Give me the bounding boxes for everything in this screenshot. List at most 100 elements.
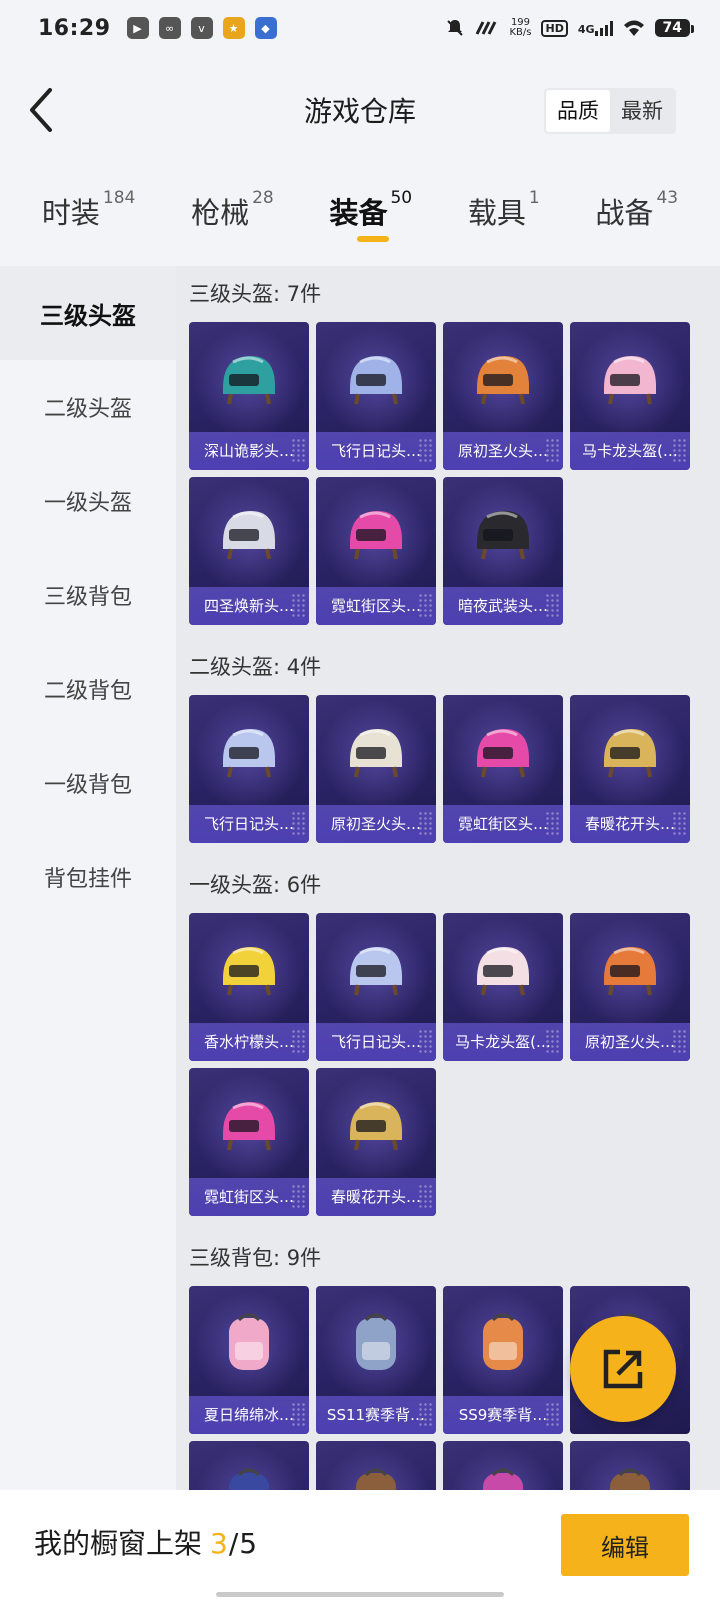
item-name: 春暖花开头… (570, 805, 690, 843)
helmet-icon (477, 947, 529, 996)
hd-badge: HD (541, 19, 568, 37)
item-card[interactable]: 飞行日记头… (189, 695, 309, 843)
item-grid: 深山诡影头… 飞行日记头… 原初圣火头… 马卡龙头盔(… 四圣焕新头… 霓虹街区头… 暗夜武… (189, 322, 720, 625)
sort-quality-option[interactable]: 品质 (546, 90, 610, 132)
item-card[interactable]: 春暖花开头… (316, 1068, 436, 1216)
item-name: 马卡龙头盔(… (443, 1023, 563, 1061)
sidebar: 三级头盔 二级头盔 一级头盔 三级背包 二级背包 一级背包 背包挂件 (0, 266, 176, 1490)
backpack-icon (483, 1313, 523, 1370)
item-card[interactable]: 原初圣火头… (570, 913, 690, 1061)
item-card[interactable] (316, 1441, 436, 1490)
item-name: 飞行日记头… (316, 432, 436, 470)
sidebar-item-level1-helmet[interactable]: 一级头盔 (0, 454, 176, 548)
item-card[interactable]: 春暖花开头… (570, 695, 690, 843)
item-list[interactable]: 三级头盔: 7件 深山诡影头… 飞行日记头… 原初圣火头… 马卡龙头盔(… 四圣焕新头… 霓… (176, 266, 720, 1490)
link-app-icon: ∞ (158, 17, 181, 39)
sidebar-item-level3-helmet[interactable]: 三级头盔 (0, 266, 176, 360)
item-name: 霓虹街区头… (189, 1178, 309, 1216)
helmet-icon (223, 729, 275, 778)
item-card[interactable]: 原初圣火头… (316, 695, 436, 843)
item-card[interactable]: 霓虹街区头… (189, 1068, 309, 1216)
bottom-bar: 我的橱窗上架 3 / 5 编辑 (0, 1490, 720, 1600)
item-card[interactable]: 原初圣火头… (443, 322, 563, 470)
net-speed: 199 KB/s (509, 17, 532, 38)
helmet-icon (604, 947, 656, 996)
section-title: 二级头盔: 4件 (189, 655, 322, 679)
helmet-icon (223, 356, 275, 405)
sidebar-item-level2-backpack[interactable]: 二级背包 (0, 642, 176, 736)
item-card[interactable] (189, 1441, 309, 1490)
home-indicator[interactable] (216, 1592, 504, 1597)
helmet-icon (350, 1102, 402, 1151)
item-card[interactable]: 霓虹街区头… (443, 695, 563, 843)
item-card[interactable]: 香水柠檬头… (189, 913, 309, 1061)
tab-fashion[interactable]: 时装 184 (41, 188, 135, 250)
item-card[interactable] (570, 1441, 690, 1490)
item-name: SS9赛季背… (443, 1396, 563, 1434)
item-card[interactable]: 深山诡影头… (189, 322, 309, 470)
item-name: 春暖花开头… (316, 1178, 436, 1216)
category-tabs: 时装 184 枪械 28 装备 50 载具 1 战备 43 (0, 188, 720, 260)
status-right: 199 KB/s HD 4G 74 (445, 17, 695, 38)
showcase-label: 我的橱窗上架 (34, 1527, 203, 1560)
mute-icon (447, 20, 464, 36)
sidebar-item-level3-backpack[interactable]: 三级背包 (0, 548, 176, 642)
item-card[interactable]: 夏日绵绵冰… (189, 1286, 309, 1434)
tab-supplies[interactable]: 战备 43 (595, 188, 679, 250)
item-name: 霓虹街区头… (316, 587, 436, 625)
item-grid: 飞行日记头… 原初圣火头… 霓虹街区头… 春暖花开头… (189, 695, 720, 843)
helmet-icon (604, 356, 656, 405)
item-card[interactable]: SS9赛季背… (443, 1286, 563, 1434)
section-title: 三级背包: 9件 (189, 1246, 322, 1270)
showcase-total-count: 5 (239, 1527, 258, 1560)
section-title: 三级头盔: 7件 (189, 282, 322, 306)
backpack-icon (610, 1468, 650, 1490)
tab-weapons[interactable]: 枪械 28 (191, 188, 274, 250)
item-card[interactable]: 马卡龙头盔(… (570, 322, 690, 470)
signal-icon (594, 20, 613, 36)
item-card[interactable] (443, 1441, 563, 1490)
helmet-icon (350, 947, 402, 996)
tab-vehicles[interactable]: 载具 1 (467, 188, 540, 250)
share-button[interactable] (570, 1316, 676, 1422)
backpack-icon (356, 1313, 396, 1370)
status-time: 16:29 (38, 15, 111, 41)
item-name: 飞行日记头… (189, 805, 309, 843)
sidebar-item-level2-helmet[interactable]: 二级头盔 (0, 360, 176, 454)
item-name: SS11赛季背… (316, 1396, 436, 1434)
sort-toggle: 品质 最新 (544, 88, 676, 134)
vivo-app-icon: v (190, 17, 213, 39)
status-app-icons: ▶ ∞ v ★ ◆ (126, 17, 277, 39)
item-card[interactable]: 四圣焕新头… (189, 477, 309, 625)
item-card[interactable]: 霓虹街区头… (316, 477, 436, 625)
item-grid: 香水柠檬头… 飞行日记头… 马卡龙头盔(… 原初圣火头… 霓虹街区头… 春暖花开头… (189, 913, 720, 1216)
backpack-icon (356, 1468, 396, 1490)
tab-count: 50 (390, 188, 413, 208)
item-name: 夏日绵绵冰… (189, 1396, 309, 1434)
helmet-icon (223, 511, 275, 560)
tab-equipment[interactable]: 装备 50 (329, 188, 413, 250)
item-name: 四圣焕新头… (189, 587, 309, 625)
item-name: 马卡龙头盔(… (570, 432, 690, 470)
battery-icon: 74 (654, 19, 695, 37)
external-link-icon (603, 1349, 643, 1389)
wifi-icon (623, 20, 644, 36)
item-name: 深山诡影头… (189, 432, 309, 470)
backpack-icon (483, 1468, 523, 1490)
item-card[interactable]: SS11赛季背… (316, 1286, 436, 1434)
sidebar-item-level1-backpack[interactable]: 一级背包 (0, 736, 176, 830)
tab-label: 时装 (41, 196, 100, 230)
item-name: 原初圣火头… (316, 805, 436, 843)
tab-label: 战备 (595, 196, 654, 230)
showcase-status: 我的橱窗上架 3 / 5 (34, 1522, 257, 1562)
item-card[interactable]: 飞行日记头… (316, 322, 436, 470)
edit-button[interactable]: 编辑 (561, 1514, 689, 1576)
item-name: 原初圣火头… (570, 1023, 690, 1061)
item-card[interactable]: 飞行日记头… (316, 913, 436, 1061)
item-card[interactable]: 暗夜武装头… (443, 477, 563, 625)
sort-newest-option[interactable]: 最新 (610, 90, 674, 132)
sidebar-item-backpack-charm[interactable]: 背包挂件 (0, 830, 176, 924)
item-card[interactable]: 马卡龙头盔(… (443, 913, 563, 1061)
tab-label: 载具 (467, 196, 526, 230)
tab-count: 43 (656, 188, 679, 208)
